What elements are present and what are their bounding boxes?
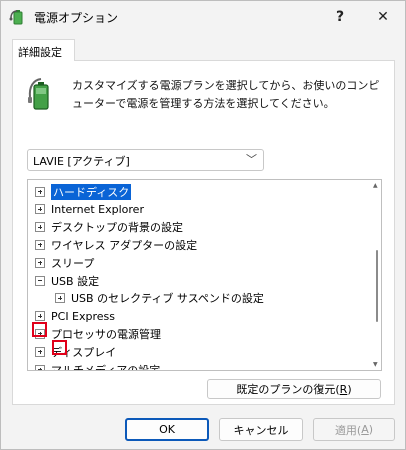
tree-item[interactable]: ワイヤレス アダプターの設定 [35,236,197,253]
scroll-up-icon[interactable]: ▲ [373,182,380,189]
expand-plus-icon[interactable] [35,257,45,268]
tree-item-label: ハードディスク [51,183,132,200]
instruction-text: カスタマイズする電源プランを選択してから、お使いのコンピューターで電源を管理する… [72,79,380,110]
expand-plus-icon[interactable] [35,311,45,322]
power-options-dialog: 電源オプション ? ✕ 詳細設定 カスタマイズする電源プランを選択してから、お使… [0,0,406,450]
tree-item-label: PCI Express [51,309,116,323]
tree-item-label: スリープ [51,256,95,270]
battery-power-icon [28,78,49,110]
tree-item[interactable]: マルチメディアの設定 [35,361,161,371]
scroll-down-icon[interactable]: ▼ [373,361,380,368]
expand-plus-icon[interactable] [35,204,45,215]
restore-defaults-button[interactable]: 既定のプランの復元(R) [207,379,381,399]
expand-plus-icon[interactable] [35,239,45,250]
expand-plus-icon[interactable] [55,293,65,304]
apply-button[interactable]: 適用(A) [313,418,395,441]
scroll-thumb[interactable] [376,250,378,322]
tree-item-label: ワイヤレス アダプターの設定 [51,238,198,252]
power-plan-value: LAVIE [アクティブ] [33,155,130,168]
tree-item[interactable]: スリープ [35,254,94,271]
tree-item-label: Internet Explorer [51,202,144,216]
usb-suspend-expander-highlight [52,340,67,355]
collapse-minus-icon[interactable] [35,275,45,286]
tree-item-label: USB のセレクティブ サスペンドの設定 [71,292,264,306]
power-plan-dropdown[interactable]: LAVIE [アクティブ] ﹀ [27,149,264,171]
cancel-button[interactable]: キャンセル [219,418,303,441]
window-title: 電源オプション [34,11,119,25]
tree-item-label: デスクトップの背景の設定 [51,221,183,235]
tree-item[interactable]: PCI Express [35,308,115,325]
expand-plus-icon[interactable] [35,222,45,233]
expand-plus-icon[interactable] [35,364,45,370]
close-button[interactable]: ✕ [361,1,405,33]
tab-advanced-settings[interactable]: 詳細設定 [12,39,75,61]
tree-item-label: マルチメディアの設定 [51,363,161,371]
tree-item[interactable]: Internet Explorer [35,201,144,218]
title-bar: 電源オプション ? ✕ [1,1,405,33]
help-button[interactable]: ? [318,1,362,33]
settings-tree[interactable]: ハードディスク Internet Explorer デスクトップの背景の設定ワイヤレ… [27,179,382,371]
tree-item[interactable]: デスクトップの背景の設定 [35,219,183,236]
expand-plus-icon[interactable] [35,346,45,357]
tree-item-label: プロセッサの電源管理 [51,327,161,341]
tree-item[interactable]: ハードディスク [35,183,132,200]
usb-settings-expander-highlight [32,322,47,337]
tree-item-label: USB 設定 [51,274,100,288]
tree-item[interactable]: USB のセレクティブ サスペンドの設定 [55,290,264,307]
advanced-settings-panel: カスタマイズする電源プランを選択してから、お使いのコンピューターで電源を管理する… [12,60,395,405]
expand-plus-icon[interactable] [35,186,45,197]
chevron-down-icon: ﹀ [246,153,257,166]
tree-item[interactable]: USB 設定 [35,272,99,289]
ok-button[interactable]: OK [125,418,209,441]
power-options-icon [9,10,23,25]
tree-scrollbar[interactable]: ▲ ▼ [372,180,381,370]
tree-item[interactable]: ディスプレイ [35,343,116,360]
